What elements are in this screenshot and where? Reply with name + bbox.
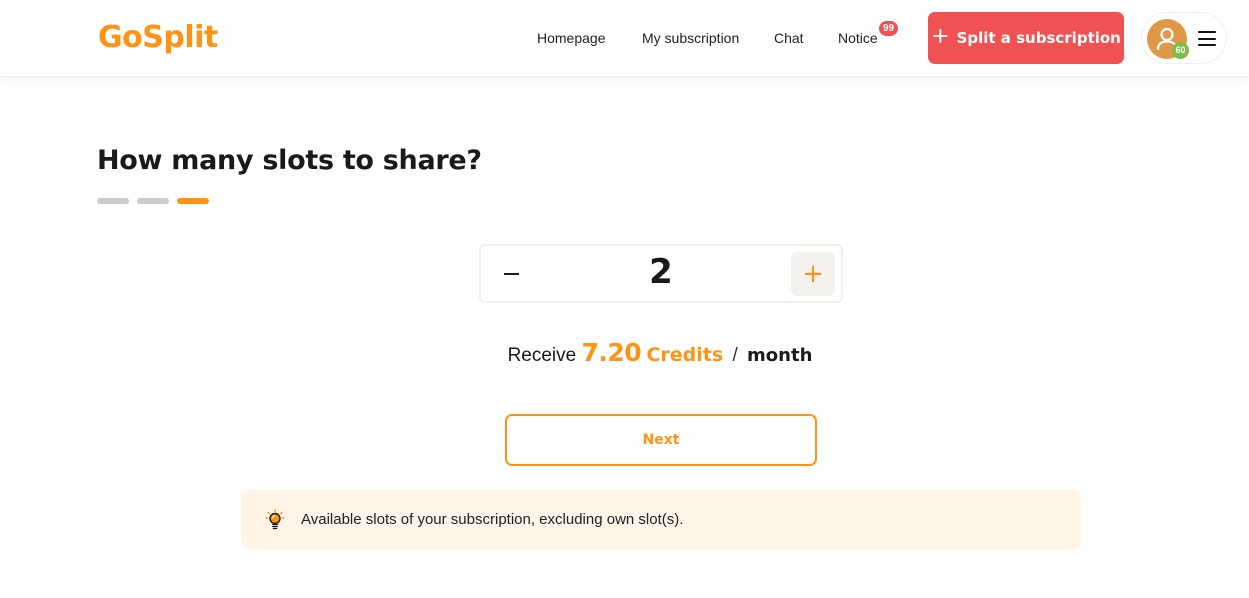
step-indicator-3-active — [177, 198, 209, 204]
hamburger-menu-icon[interactable] — [1198, 31, 1216, 46]
gosplit-logo[interactable]: GoSplit — [98, 20, 218, 55]
next-button[interactable]: Next — [505, 414, 817, 466]
credits-period: month — [747, 345, 813, 366]
user-menu[interactable]: 60 — [1141, 12, 1227, 64]
slots-value[interactable]: 2 — [481, 252, 841, 292]
slots-quantity-stepper: 2 + — [479, 244, 843, 303]
page-title: How many slots to share? — [97, 145, 482, 176]
split-subscription-label: Split a subscription — [956, 29, 1121, 47]
receive-prefix: Receive — [507, 345, 577, 366]
step-indicator-2 — [137, 198, 169, 204]
top-header: GoSplit Homepage My subscription Chat No… — [0, 0, 1249, 77]
split-subscription-button[interactable]: + Split a subscription — [928, 12, 1124, 64]
user-level-badge: 60 — [1172, 42, 1189, 59]
tip-text: Available slots of your subscription, ex… — [301, 511, 684, 528]
plus-icon: + — [931, 24, 950, 49]
credits-amount: 7.20 — [581, 338, 642, 367]
credits-unit: Credits — [646, 344, 724, 366]
nav-notice[interactable]: Notice — [838, 30, 878, 46]
step-progress — [97, 198, 209, 204]
step-indicator-1 — [97, 198, 129, 204]
separator: / — [732, 345, 738, 366]
increment-button[interactable]: + — [791, 252, 835, 296]
notice-count-badge: 99 — [879, 21, 898, 36]
lightbulb-icon — [265, 508, 285, 529]
receive-credits-summary: Receive 7.20 Credits / month — [0, 338, 1249, 367]
nav-my-subscription[interactable]: My subscription — [642, 30, 739, 46]
nav-chat[interactable]: Chat — [774, 30, 804, 46]
nav-homepage[interactable]: Homepage — [537, 30, 606, 46]
plus-icon: + — [802, 259, 824, 289]
tip-banner: Available slots of your subscription, ex… — [241, 490, 1081, 549]
